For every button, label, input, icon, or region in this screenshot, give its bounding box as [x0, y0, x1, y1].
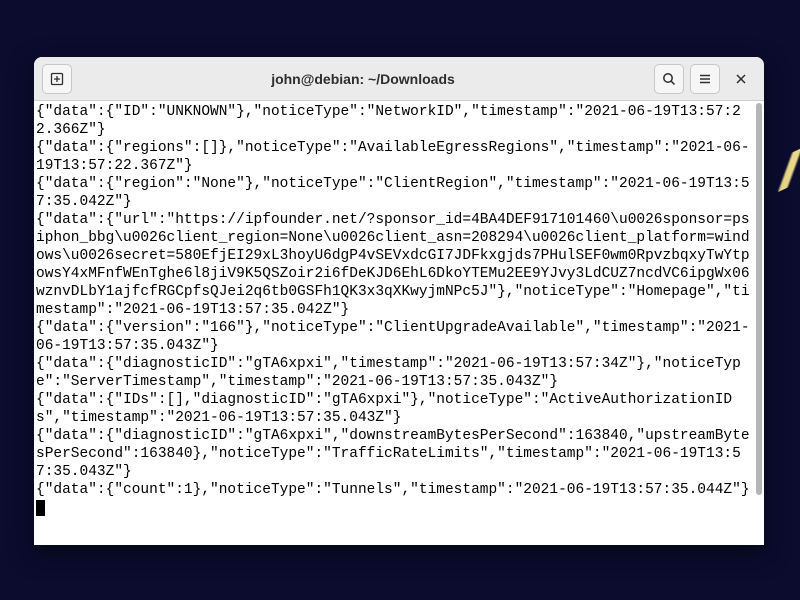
- titlebar-right-group: [654, 64, 756, 94]
- scrollbar[interactable]: [754, 101, 764, 545]
- new-tab-icon: [49, 71, 65, 87]
- new-tab-button[interactable]: [42, 64, 72, 94]
- close-icon: [734, 72, 748, 86]
- terminal-line: {"data":{"diagnosticID":"gTA6xpxi","down…: [36, 427, 758, 481]
- hamburger-icon: [697, 71, 713, 87]
- terminal-line: {"data":{"url":"https://ipfounder.net/?s…: [36, 211, 758, 319]
- terminal-line: {"data":{"ID":"UNKNOWN"},"noticeType":"N…: [36, 103, 758, 139]
- terminal-output[interactable]: {"data":{"ID":"UNKNOWN"},"noticeType":"N…: [34, 101, 764, 545]
- menu-button[interactable]: [690, 64, 720, 94]
- search-icon: [661, 71, 677, 87]
- terminal-line: {"data":{"version":"166"},"noticeType":"…: [36, 319, 758, 355]
- terminal-line: {"data":{"diagnosticID":"gTA6xpxi","time…: [36, 355, 758, 391]
- window-title: john@debian: ~/Downloads: [78, 71, 648, 87]
- terminal-line: {"data":{"region":"None"},"noticeType":"…: [36, 175, 758, 211]
- terminal-window: john@debian: ~/Downloads {"data":{"ID":"…: [34, 57, 764, 545]
- scrollbar-thumb[interactable]: [756, 103, 762, 495]
- wallpaper-accent: [766, 148, 800, 192]
- close-button[interactable]: [726, 64, 756, 94]
- titlebar: john@debian: ~/Downloads: [34, 57, 764, 101]
- terminal-line: {"data":{"count":1},"noticeType":"Tunnel…: [36, 481, 758, 499]
- terminal-line: {"data":{"IDs":[],"diagnosticID":"gTA6xp…: [36, 391, 758, 427]
- terminal-line: {"data":{"regions":[]},"noticeType":"Ava…: [36, 139, 758, 175]
- search-button[interactable]: [654, 64, 684, 94]
- terminal-cursor: [36, 500, 45, 516]
